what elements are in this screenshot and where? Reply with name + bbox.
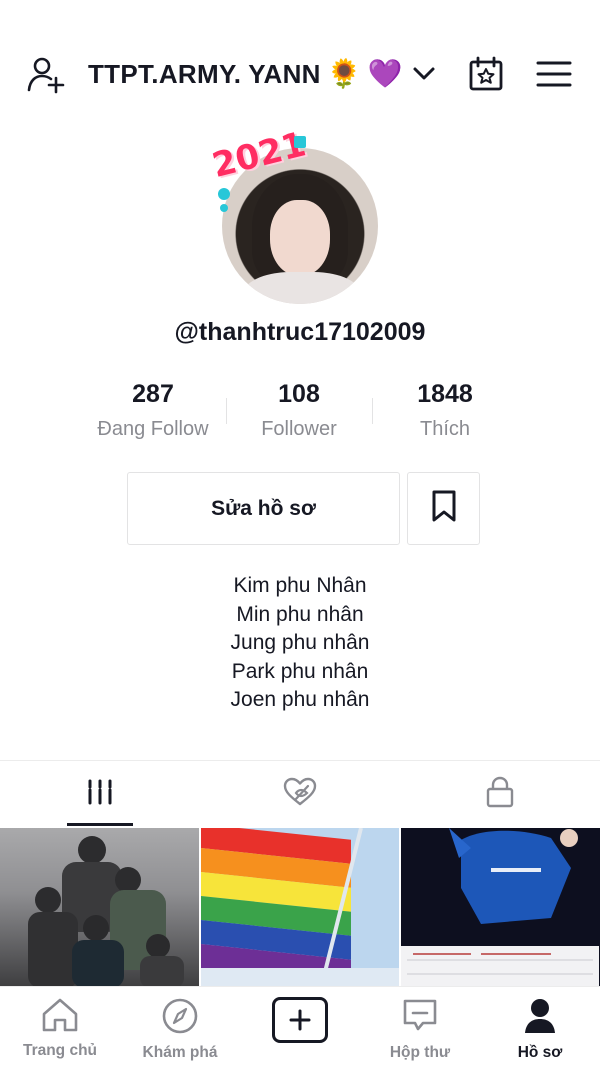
- inbox-icon: [401, 997, 439, 1040]
- profile-page: TTPT.ARMY. YANN 🌻 💜 2021 @thanhtruc17102…: [0, 0, 600, 1067]
- plus-icon: [272, 997, 328, 1043]
- nav-profile[interactable]: Hồ sơ: [480, 987, 600, 1067]
- home-icon: [40, 997, 80, 1038]
- stat-following[interactable]: 287 Đang Follow: [80, 378, 226, 448]
- bookmark-icon: [430, 490, 458, 527]
- bio-line: Jung phu nhân: [230, 631, 370, 654]
- stat-value: 108: [278, 380, 320, 408]
- profile-bio: Kim phu Nhân Min phu nhân Jung phu nhân …: [0, 572, 600, 715]
- profile-icon: [521, 997, 559, 1040]
- stat-label: Đang Follow: [97, 418, 209, 440]
- profile-header: TTPT.ARMY. YANN 🌻 💜: [0, 48, 600, 98]
- nav-create[interactable]: [240, 987, 360, 1067]
- profile-stats: 287 Đang Follow 108 Follower 1848 Thích: [80, 378, 520, 448]
- purple-heart-emoji: 💜: [367, 58, 403, 89]
- edit-profile-button[interactable]: Sửa hồ sơ: [127, 472, 400, 545]
- calendar-star-icon[interactable]: [466, 54, 506, 94]
- video-grid: [0, 828, 600, 988]
- decoration-dot: [294, 136, 306, 148]
- video-thumbnail[interactable]: [0, 828, 199, 988]
- stat-value: 1848: [417, 380, 473, 408]
- compass-icon: [161, 997, 199, 1040]
- liked-hidden-icon: [283, 777, 317, 812]
- bottom-nav: Trang chủ Khám phá Hộp thư Hồ sơ: [0, 986, 600, 1067]
- content-tabs: [0, 760, 600, 828]
- tab-liked[interactable]: [200, 761, 400, 828]
- decoration-dot: [220, 204, 228, 212]
- nav-home[interactable]: Trang chủ: [0, 987, 120, 1067]
- bio-line: Kim phu Nhân: [233, 574, 367, 597]
- tab-videos[interactable]: [0, 761, 200, 828]
- grid-icon: [86, 778, 114, 811]
- stat-label: Follower: [261, 418, 337, 440]
- bookmark-button[interactable]: [407, 472, 480, 545]
- tab-private[interactable]: [400, 761, 600, 828]
- nav-label: Trang chủ: [22, 1042, 98, 1059]
- nav-inbox[interactable]: Hộp thư: [360, 987, 480, 1067]
- lock-icon: [485, 776, 515, 813]
- video-thumbnail[interactable]: [200, 828, 400, 988]
- add-user-icon[interactable]: [24, 52, 68, 96]
- decoration-dot: [218, 188, 230, 200]
- nav-label: Hộp thư: [389, 1044, 451, 1061]
- nav-label: Khám phá: [142, 1044, 218, 1061]
- header-username: TTPT.ARMY. YANN: [88, 58, 321, 89]
- video-thumbnail[interactable]: [401, 828, 600, 988]
- account-switcher[interactable]: TTPT.ARMY. YANN 🌻 💜: [88, 54, 437, 94]
- stat-value: 287: [132, 380, 174, 408]
- chevron-down-icon: [411, 61, 437, 87]
- avatar[interactable]: 2021: [208, 124, 388, 304]
- stat-likes[interactable]: 1848 Thích: [372, 378, 518, 448]
- bio-line: Park phu nhân: [231, 659, 369, 683]
- sunflower-emoji: 🌻: [326, 58, 362, 89]
- bio-line: Joen phu nhân: [230, 688, 370, 711]
- bio-line: Min phu nhân: [236, 602, 364, 626]
- nav-discover[interactable]: Khám phá: [120, 987, 240, 1067]
- nav-label: Hồ sơ: [517, 1044, 563, 1061]
- stat-followers[interactable]: 108 Follower: [226, 378, 372, 448]
- menu-icon[interactable]: [532, 54, 576, 94]
- stat-label: Thích: [419, 418, 471, 440]
- profile-handle: @thanhtruc17102009: [174, 318, 426, 346]
